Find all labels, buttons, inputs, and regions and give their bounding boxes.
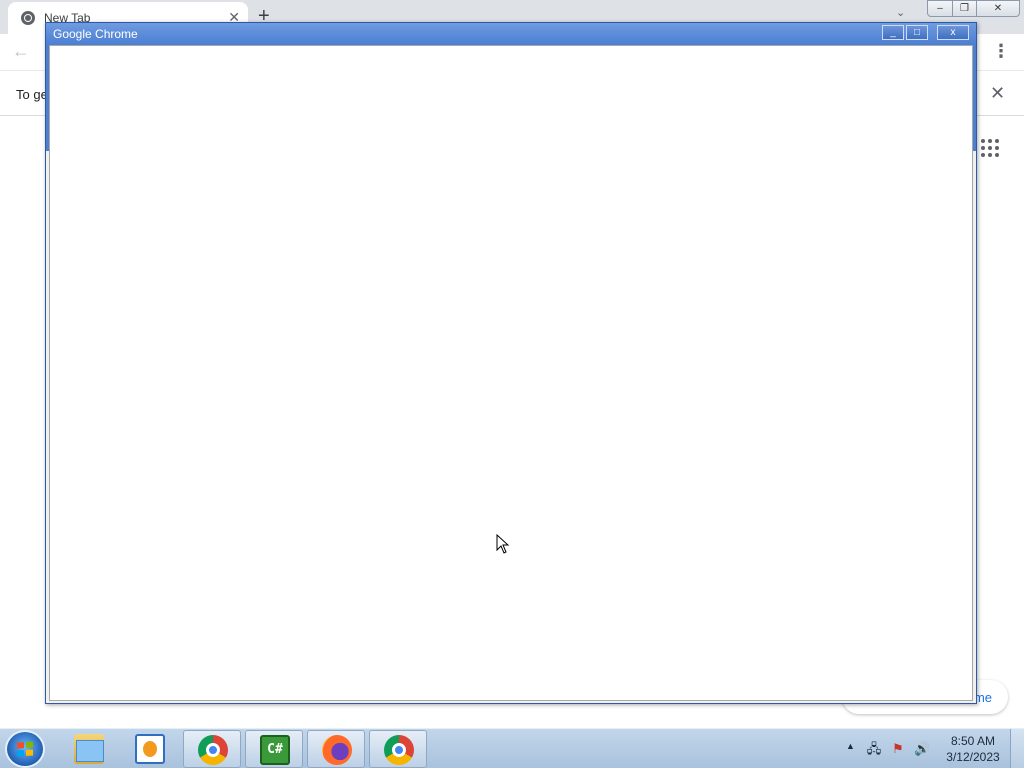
start-button[interactable] <box>5 730 45 768</box>
restore-button[interactable]: ❐ <box>952 0 977 17</box>
window-close-button[interactable]: x <box>937 25 969 40</box>
windows-logo-icon <box>17 741 33 757</box>
firefox-icon <box>322 735 352 765</box>
window-content-area[interactable] <box>49 45 973 701</box>
info-bar-close-icon[interactable]: ✕ <box>990 83 1005 104</box>
media-player-icon <box>135 734 165 764</box>
folder-icon <box>74 734 104 764</box>
system-tray: ▲ 🖧 ⚑ 🔊 8:50 AM 3/12/2023 <box>842 729 1024 768</box>
clock-time: 8:50 AM <box>950 734 996 748</box>
window-title: Google Chrome <box>53 27 138 41</box>
taskbar-chrome[interactable] <box>369 730 427 768</box>
window-maximize-button[interactable]: □ <box>906 25 928 40</box>
google-chrome-window: Google Chrome _ □ x <box>45 22 977 704</box>
clock-date: 3/12/2023 <box>946 750 1000 764</box>
action-center-flag-icon[interactable]: ⚑ <box>890 741 906 757</box>
mouse-cursor-icon <box>496 534 510 554</box>
taskbar-explorer[interactable] <box>60 730 118 768</box>
show-desktop-button[interactable] <box>1010 729 1024 768</box>
taskbar-media-player[interactable] <box>121 730 179 768</box>
volume-icon[interactable]: 🔊 <box>914 741 930 757</box>
back-arrow-icon[interactable]: ← <box>12 41 30 62</box>
chrome-user-icon <box>198 735 228 765</box>
csharp-icon: C# <box>260 735 290 765</box>
clock[interactable]: 8:50 AM 3/12/2023 <box>940 733 1006 765</box>
chrome-icon <box>384 735 414 765</box>
taskbar-chrome-user[interactable] <box>183 730 241 768</box>
google-apps-icon[interactable] <box>981 139 999 157</box>
show-hidden-icons-icon[interactable]: ▲ <box>846 741 855 751</box>
taskbar: C# ▲ 🖧 ⚑ 🔊 8:50 AM 3/12/2023 <box>0 728 1024 768</box>
taskbar-csharp[interactable]: C# <box>245 730 303 768</box>
network-icon[interactable]: 🖧 <box>866 741 882 757</box>
chrome-favicon-icon <box>21 11 35 25</box>
window-title-bar[interactable]: Google Chrome _ □ x <box>46 23 976 45</box>
info-bar-text: To ge <box>16 87 48 102</box>
window-border <box>973 151 976 703</box>
menu-kebab-icon[interactable]: ⋮ <box>992 41 1010 62</box>
taskbar-firefox[interactable] <box>307 730 365 768</box>
close-button[interactable]: ✕ <box>976 0 1020 17</box>
minimize-button[interactable]: ‒ <box>927 0 953 17</box>
window-minimize-button[interactable]: _ <box>882 25 904 40</box>
